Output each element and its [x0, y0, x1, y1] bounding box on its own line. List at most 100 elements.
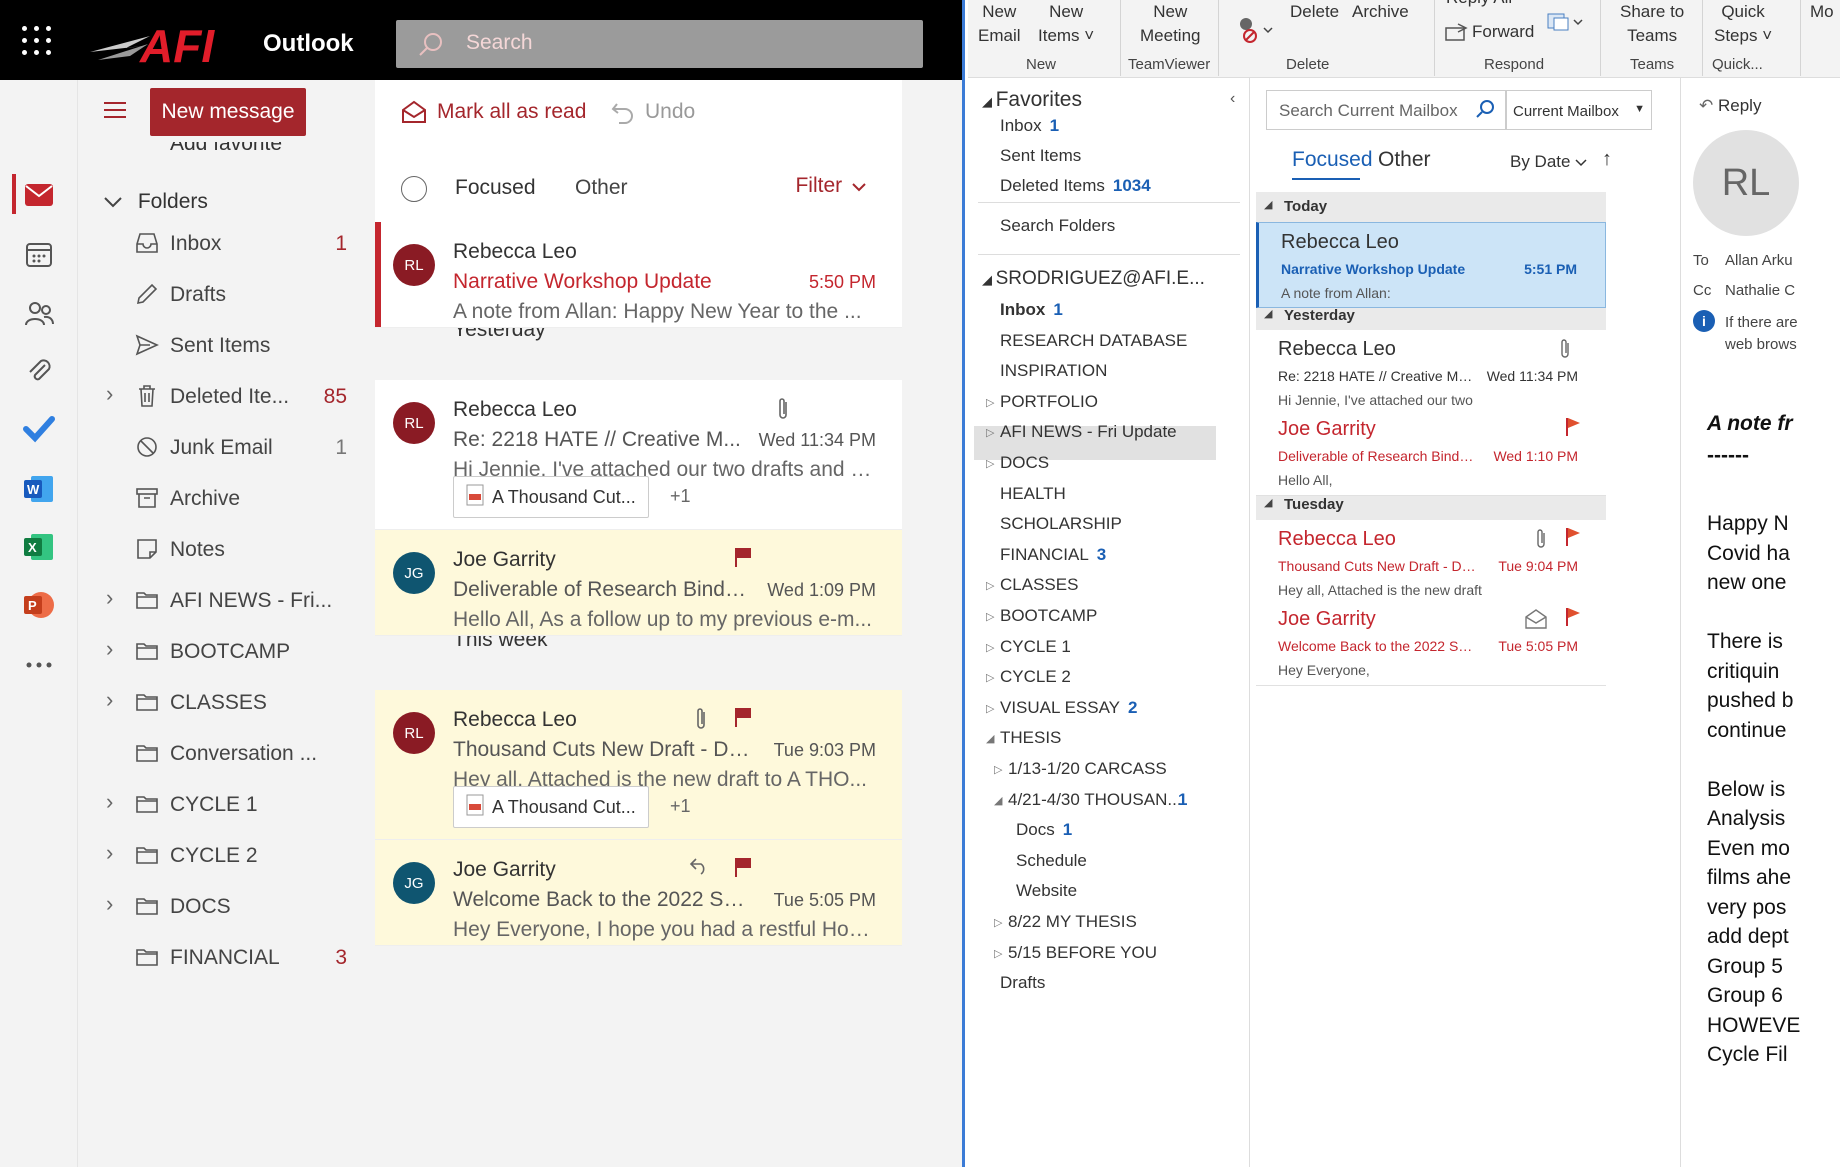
desktop-message-item[interactable]: Rebecca Leo Narrative Workshop Update 5:51… — [1256, 222, 1606, 308]
filter-button[interactable]: Filter — [795, 174, 866, 198]
flag-icon[interactable] — [733, 706, 753, 733]
account-folder-item[interactable]: ▷ 5/15 BEFORE YOU — [994, 943, 1157, 963]
desktop-message-item[interactable]: Rebecca Leo Re: 2218 HATE // Creative Men… — [1256, 330, 1606, 416]
folder-item[interactable]: › CYCLE 1 — [78, 781, 375, 829]
search-icon[interactable] — [1475, 99, 1495, 124]
flag-icon[interactable] — [733, 546, 753, 573]
more-attachments-count[interactable]: +1 — [670, 796, 691, 817]
mark-all-read-button[interactable]: Mark all as read — [401, 100, 586, 124]
account-folder-item[interactable]: ◢ THESIS — [986, 728, 1061, 748]
chevron-right-icon[interactable]: › — [106, 381, 113, 407]
expand-toggle-icon[interactable]: ◢ — [986, 732, 994, 745]
flag-icon[interactable] — [1564, 416, 1582, 443]
word-icon[interactable]: W — [22, 472, 56, 506]
expand-toggle-icon[interactable]: ▷ — [986, 457, 994, 470]
desktop-group-header[interactable]: ◢ Today — [1256, 192, 1606, 222]
message-item[interactable]: RL Rebecca Leo Re: 2218 HATE // Creative M… — [375, 380, 902, 530]
flag-icon[interactable] — [1564, 526, 1582, 553]
move-button[interactable]: Mo — [1810, 0, 1834, 24]
folder-item[interactable]: Notes — [78, 526, 375, 574]
account-folder-item[interactable]: ▷ AFI NEWS - Fri Update — [986, 422, 1177, 442]
favorites-header[interactable]: ◢ Favorites — [982, 88, 1082, 112]
expand-toggle-icon[interactable]: ▷ — [986, 671, 994, 684]
forward-button[interactable]: Forward — [1444, 20, 1534, 44]
quick-steps-button[interactable]: Quick Steps ˅ — [1714, 0, 1772, 48]
desktop-message-item[interactable]: Joe Garrity Welcome Back to the 2022 Spri… — [1256, 600, 1606, 686]
folder-item[interactable]: Archive — [78, 475, 375, 523]
attachment-icon[interactable] — [22, 354, 56, 388]
expand-toggle-icon[interactable]: ▷ — [986, 641, 994, 654]
account-folder-item[interactable]: ▷ BOOTCAMP — [986, 606, 1097, 626]
favorite-item[interactable]: Deleted Items 1034 — [1000, 176, 1151, 196]
chevron-right-icon[interactable]: › — [106, 891, 113, 917]
info-line-2[interactable]: web brows — [1725, 336, 1797, 353]
chevron-right-icon[interactable]: › — [106, 789, 113, 815]
favorite-item[interactable]: Sent Items — [1000, 146, 1081, 166]
mail-icon[interactable] — [22, 178, 56, 212]
reply-all-button[interactable]: Reply All — [1446, 0, 1512, 10]
tab-other[interactable]: Other — [575, 176, 628, 200]
account-folder-item[interactable]: INSPIRATION — [1000, 361, 1107, 381]
mailbox-search-input[interactable]: Search Current Mailbox — [1266, 90, 1506, 130]
account-folder-item[interactable]: ▷ DOCS — [986, 453, 1049, 473]
folder-item[interactable]: › CYCLE 2 — [78, 832, 375, 880]
account-folder-item[interactable]: Inbox 1 — [1000, 300, 1063, 320]
undo-button[interactable]: Undo — [611, 100, 695, 124]
account-folder-item[interactable]: SCHOLARSHIP — [1000, 514, 1122, 534]
account-folder-item[interactable]: ▷ 1/13-1/20 CARCASS — [994, 759, 1167, 779]
more-attachments-count[interactable]: +1 — [670, 486, 691, 507]
message-item[interactable]: RL Rebecca Leo Thousand Cuts New Draft - D… — [375, 690, 902, 840]
account-folder-item[interactable]: Docs 1 — [1016, 820, 1072, 840]
desktop-tab-other[interactable]: Other — [1378, 148, 1431, 172]
flag-icon[interactable] — [733, 856, 753, 883]
folder-item[interactable]: Drafts — [78, 271, 375, 319]
new-message-button[interactable]: New message — [150, 88, 306, 136]
chevron-right-icon[interactable]: › — [106, 840, 113, 866]
folder-item[interactable]: Inbox 1 — [78, 220, 375, 268]
cc-value[interactable]: Nathalie C — [1725, 282, 1795, 299]
new-meeting-button[interactable]: New Meeting — [1140, 0, 1200, 48]
folder-item[interactable]: Conversation ... — [78, 730, 375, 778]
archive-button[interactable]: Archive — [1352, 0, 1409, 24]
account-folder-item[interactable]: ▷ 8/22 MY THESIS — [994, 912, 1137, 932]
todo-icon[interactable] — [22, 412, 56, 446]
account-folder-item[interactable]: ▷ CLASSES — [986, 575, 1078, 595]
message-item[interactable]: RL Rebecca Leo Narrative Workshop Update 5:… — [375, 222, 902, 328]
folder-item[interactable]: FINANCIAL 3 — [78, 934, 375, 982]
account-folder-item[interactable]: ◢ 4/21-4/30 THOUSAN... 1 — [994, 790, 1187, 810]
account-folder-item[interactable]: FINANCIAL 3 — [1000, 545, 1106, 565]
folder-item[interactable]: › BOOTCAMP — [78, 628, 375, 676]
calendar-icon[interactable] — [22, 238, 56, 272]
account-folder-item[interactable]: RESEARCH DATABASE — [1000, 331, 1187, 351]
expand-toggle-icon[interactable]: ▷ — [994, 763, 1002, 776]
attachment-chip[interactable]: A Thousand Cut... — [453, 786, 649, 828]
delete-button[interactable]: Delete — [1290, 0, 1339, 24]
expand-toggle-icon[interactable]: ▷ — [994, 916, 1002, 929]
collapse-pane-icon[interactable]: ‹ — [1230, 90, 1235, 108]
folders-header[interactable]: Folders — [104, 190, 208, 214]
flag-icon[interactable] — [1564, 606, 1582, 633]
folder-item[interactable]: Junk Email 1 — [78, 424, 375, 472]
account-folder-item[interactable]: ▷ CYCLE 2 — [986, 667, 1071, 687]
expand-toggle-icon[interactable]: ◢ — [994, 794, 1002, 807]
reply-button[interactable]: ↶ Reply — [1699, 96, 1761, 116]
search-folders-item[interactable]: Search Folders — [1000, 216, 1115, 236]
chevron-right-icon[interactable]: › — [106, 636, 113, 662]
account-folder-item[interactable]: Drafts — [1000, 973, 1045, 993]
desktop-tab-focused[interactable]: Focused — [1292, 148, 1373, 172]
message-item[interactable]: JG Joe Garrity Deliverable of Research Bin… — [375, 530, 902, 636]
expand-toggle-icon[interactable]: ▷ — [986, 426, 994, 439]
hamburger-menu-icon[interactable] — [104, 102, 126, 118]
folder-item[interactable]: › AFI NEWS - Fri... — [78, 577, 375, 625]
favorite-item[interactable]: Inbox 1 — [1000, 116, 1059, 136]
expand-toggle-icon[interactable]: ▷ — [986, 396, 994, 409]
more-apps-icon[interactable] — [22, 648, 56, 682]
ignore-junk-icon[interactable] — [1236, 14, 1276, 51]
account-folder-item[interactable]: Schedule — [1016, 851, 1087, 871]
expand-toggle-icon[interactable]: ▷ — [986, 579, 994, 592]
account-folder-item[interactable]: ▷ PORTFOLIO — [986, 392, 1098, 412]
account-folder-item[interactable]: Website — [1016, 881, 1077, 901]
account-header[interactable]: ◢ SRODRIGUEZ@AFI.E... — [982, 268, 1205, 290]
new-email-button[interactable]: New Email — [978, 0, 1021, 48]
account-folder-item[interactable]: ▷ VISUAL ESSAY 2 — [986, 698, 1137, 718]
